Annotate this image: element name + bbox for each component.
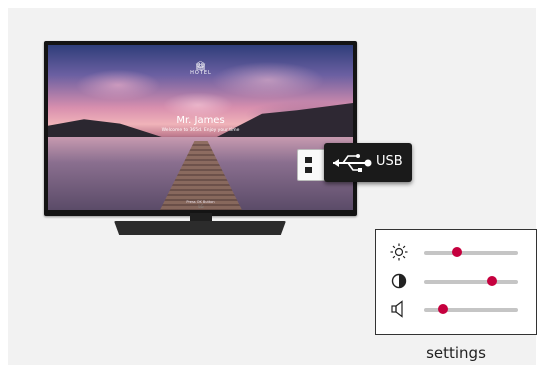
brightness-slider[interactable]	[424, 247, 518, 257]
usb-pin	[305, 157, 312, 163]
hotel-logo-text: HOTEL	[190, 70, 212, 76]
tv-stand-neck	[190, 213, 212, 222]
contrast-slider[interactable]	[424, 276, 518, 286]
guest-name: Mr. James	[176, 115, 225, 126]
contrast-slider-handle[interactable]	[486, 276, 497, 286]
tv-stand-base	[114, 221, 286, 235]
volume-slider-handle[interactable]	[437, 304, 448, 314]
hotel-logo: 🏨︎ HOTEL	[186, 61, 216, 77]
speaker-icon	[391, 300, 403, 318]
usb-icon	[333, 154, 372, 172]
usb-pin	[305, 167, 312, 173]
contrast-icon	[391, 273, 407, 289]
contrast-row	[390, 272, 526, 292]
usb-stick: USB	[324, 143, 412, 182]
brightness-slider-handle[interactable]	[451, 247, 462, 257]
brightness-row	[390, 243, 526, 263]
welcome-message: Welcome to 365d. Enjoy your time	[161, 128, 240, 133]
volume-row	[390, 300, 526, 320]
brightness-icon	[390, 243, 408, 261]
settings-label: settings	[426, 344, 486, 362]
tv-frame: 🏨︎ HOTEL Mr. James Welcome to 365d. Enjo…	[44, 41, 357, 216]
volume-slider[interactable]	[424, 304, 518, 314]
hotel-logo-mark-icon: 🏨︎	[195, 61, 207, 70]
tv-screen: 🏨︎ HOTEL Mr. James Welcome to 365d. Enjo…	[48, 45, 353, 210]
tv-brand-logo: LG	[198, 204, 204, 209]
settings-card	[375, 229, 537, 335]
usb-label: USB	[376, 154, 403, 169]
